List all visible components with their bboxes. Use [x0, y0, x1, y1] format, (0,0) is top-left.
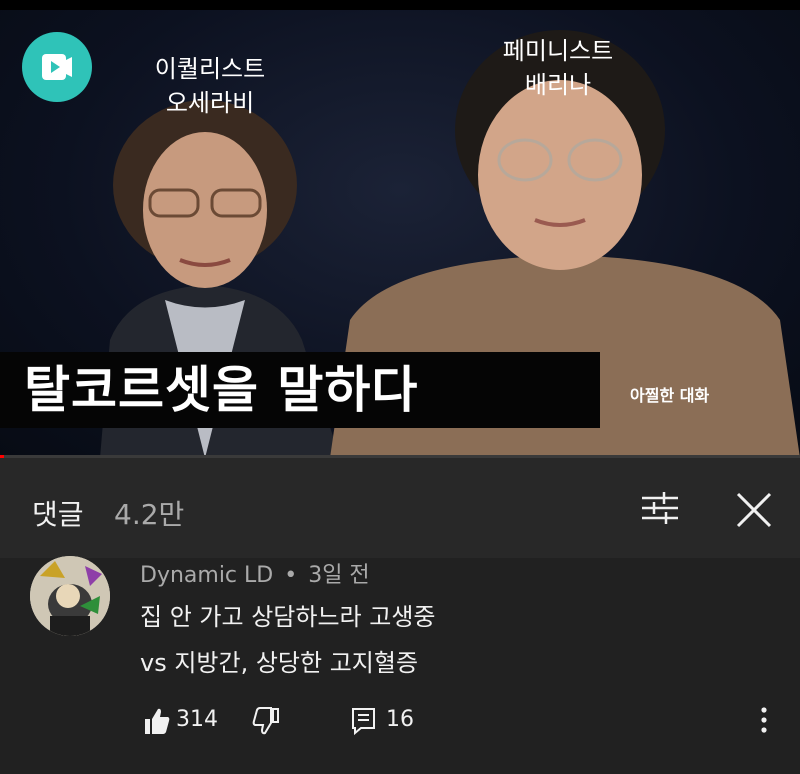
- avatar[interactable]: [30, 556, 110, 636]
- avatar-image: [30, 556, 110, 636]
- close-icon: [736, 492, 772, 528]
- comment-time: 3일 전: [308, 563, 370, 588]
- channel-tag: 아찔한 대화: [630, 386, 710, 405]
- reply-count: 16: [386, 707, 414, 732]
- left-person-role: 이퀄리스트: [154, 55, 266, 83]
- meta-separator: •: [284, 563, 298, 588]
- comments-title: 댓글: [32, 498, 84, 531]
- video-title-banner: 탈코르셋을 말하다: [0, 352, 600, 428]
- close-button[interactable]: [732, 488, 776, 532]
- comment-text-line-1: 집 안 가고 상담하느라 고생중: [140, 603, 436, 631]
- comment-author[interactable]: Dynamic LD: [140, 563, 273, 588]
- reply-icon[interactable]: [350, 706, 378, 736]
- like-count: 314: [176, 707, 218, 732]
- right-person-label: 페미니스트 배리나: [488, 34, 628, 102]
- left-person-label: 이퀄리스트 오세라비: [140, 52, 280, 120]
- more-vert-icon[interactable]: [756, 704, 772, 736]
- comment-meta: Dynamic LD • 3일 전: [140, 557, 370, 589]
- video-player[interactable]: 이퀄리스트 오세라비 페미니스트 배리나 탈코르셋을 말하다 아찔한 대화: [0, 0, 800, 458]
- play-logo-icon: [42, 54, 72, 80]
- sort-icon: [642, 492, 678, 524]
- channel-logo[interactable]: [22, 32, 92, 102]
- right-person-name: 배리나: [524, 71, 592, 99]
- thumbs-up-icon[interactable]: [143, 706, 171, 736]
- comment-text-line-2: vs 지방간, 상당한 고지혈증: [140, 649, 419, 677]
- left-person-name: 오세라비: [165, 89, 255, 117]
- sort-button[interactable]: [638, 488, 682, 528]
- thumbs-down-icon[interactable]: [252, 706, 280, 736]
- comments-count: 4.2만: [114, 498, 185, 531]
- video-top-bar: [0, 0, 800, 10]
- right-person-role: 페미니스트: [502, 37, 614, 65]
